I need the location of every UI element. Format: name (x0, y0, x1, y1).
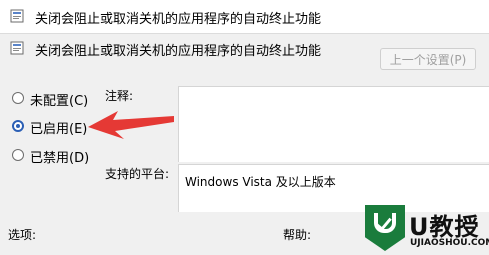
red-arrow-annotation (88, 111, 174, 139)
options-label: 选项: (8, 228, 37, 242)
window-title: 关闭会阻止或取消关机的应用程序的自动终止功能 (35, 12, 322, 27)
watermark-logo: U教授 UJIAOSHOU.COM (365, 205, 489, 255)
platform-label: 支持的平台: (105, 167, 170, 181)
comment-textarea[interactable] (178, 86, 489, 162)
help-label: 帮助: (283, 228, 312, 242)
radio-enabled[interactable] (12, 120, 24, 132)
radio-label-disabled[interactable]: 已禁用(D) (30, 147, 89, 166)
previous-setting-button[interactable]: 上一个设置(P) (380, 48, 476, 70)
radio-disabled[interactable] (12, 149, 24, 161)
brand-shield-icon (365, 205, 405, 251)
radio-not-configured[interactable] (12, 92, 24, 104)
policy-icon (10, 41, 24, 55)
policy-icon (10, 9, 24, 23)
comment-label: 注释: (105, 89, 134, 103)
platform-value: Windows Vista 及以上版本 (185, 175, 336, 189)
radio-label-not-configured[interactable]: 未配置(C) (30, 90, 88, 109)
title-bar: 关闭会阻止或取消关机的应用程序的自动终止功能 (0, 0, 489, 34)
watermark-brand: U教授 (409, 213, 480, 241)
watermark-url: UJIAOSHOU.COM (410, 238, 489, 248)
setting-title: 关闭会阻止或取消关机的应用程序的自动终止功能 (35, 44, 322, 59)
radio-label-enabled[interactable]: 已启用(E) (30, 118, 87, 137)
